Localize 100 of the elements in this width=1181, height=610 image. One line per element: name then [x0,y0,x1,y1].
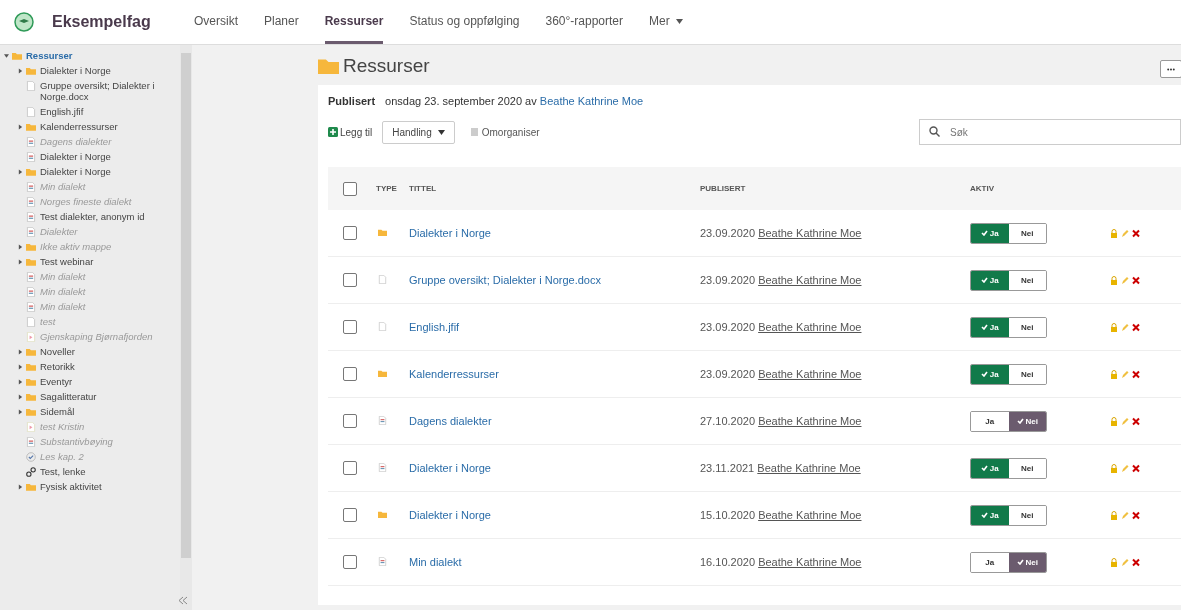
tree-item[interactable]: Test webinar [40,256,94,267]
more-button[interactable] [1160,60,1181,78]
plus-icon [328,127,338,137]
title-link[interactable]: Dialekter i Norge [409,462,491,474]
title-link[interactable]: Min dialekt [409,556,462,568]
author-link[interactable]: Beathe Kathrine Moe [758,368,862,380]
reorder-button[interactable]: Omorganiser [464,125,546,139]
delete-icon[interactable] [1132,557,1140,567]
no-option[interactable]: Nei [1008,552,1046,572]
collapsed-arrow-icon[interactable] [17,349,23,355]
tree-item[interactable]: Dialekter i Norge [40,65,111,76]
tree-item[interactable]: English.jfif [40,106,84,117]
yes-option[interactable]: Ja [971,458,1009,478]
published-date: 23.09.2020 [700,227,756,239]
nav-tab[interactable]: Planer [264,0,299,44]
tree-item[interactable]: Eventyr [40,376,73,387]
tree-item[interactable]: Sidemål [40,406,75,417]
delete-icon[interactable] [1132,416,1140,426]
collapsed-arrow-icon[interactable] [17,169,23,175]
active-toggle[interactable]: Ja Nei [970,410,1047,432]
title-link[interactable]: Gruppe oversikt; Dialekter i Norge.docx [409,274,601,286]
tree-item[interactable]: Test dialekter, anonym id [40,211,145,222]
author-link[interactable]: Beathe Kathrine Moe [758,556,862,568]
delete-icon[interactable] [1132,510,1140,520]
author-link[interactable]: Beathe Kathrine Moe [758,227,862,239]
column-header: AKTIV [970,184,994,193]
yes-option[interactable]: Ja [971,317,1009,337]
title-link[interactable]: Dagens dialekter [409,415,492,427]
title-link[interactable]: Kalenderressurser [409,368,499,380]
title-link[interactable]: English.jfif [409,321,460,333]
row-checkbox[interactable] [343,461,357,475]
scrollbar-thumb[interactable] [181,53,191,558]
author-link[interactable]: Beathe Kathrine Moe [758,415,862,427]
delete-icon[interactable] [1132,322,1140,332]
active-toggle[interactable]: Ja Nei [970,504,1047,526]
tree-item[interactable]: Sagalitteratur [40,391,97,402]
collapsed-arrow-icon[interactable] [17,68,23,74]
collapsed-arrow-icon[interactable] [17,364,23,370]
nav-tab[interactable]: Ressurser [324,0,384,44]
active-toggle[interactable]: Ja Nei [970,457,1047,479]
tree-item[interactable]: Dialekter i Norge [40,151,111,162]
published-date: 23.11.2021 [700,462,755,474]
delete-icon[interactable] [1132,463,1140,473]
active-toggle[interactable]: Ja Nei [970,551,1047,573]
more-icon [1167,67,1175,71]
row-checkbox[interactable] [343,226,357,240]
active-toggle[interactable]: Ja Nei [970,222,1047,244]
row-checkbox[interactable] [343,508,357,522]
play-document-icon [26,332,36,342]
tree-item[interactable]: Fysisk aktivitet [40,481,102,492]
yes-option[interactable]: Ja [971,364,1009,384]
tree-item[interactable]: Noveller [40,346,75,357]
document-icon [378,463,387,472]
nav-tab[interactable]: 360°-rapporter [545,0,623,44]
file-icon [26,317,36,327]
tree-item[interactable]: Gruppe oversikt; Dialekter i Norge.docx [40,80,192,102]
collapsed-arrow-icon[interactable] [17,124,23,130]
row-checkbox[interactable] [343,320,357,334]
row-checkbox[interactable] [343,555,357,569]
collapsed-arrow-icon[interactable] [17,394,23,400]
expanded-arrow-icon[interactable] [3,53,9,59]
delete-icon[interactable] [1132,369,1140,379]
row-checkbox[interactable] [343,273,357,287]
search-field[interactable]: Søk [919,119,1181,145]
delete-icon[interactable] [1132,228,1140,238]
author-link[interactable]: Beathe Kathrine Moe [539,95,644,107]
document-icon [378,416,387,425]
no-option[interactable]: Nei [1008,411,1046,431]
author-link[interactable]: Beathe Kathrine Moe [757,462,861,474]
tree-item[interactable]: Ressurser [26,50,73,61]
author-link[interactable]: Beathe Kathrine Moe [758,509,862,521]
yes-option[interactable]: Ja [971,270,1009,290]
published-date: onsdag 23. september 2020 av Beathe Kathrine Moe [385,95,644,107]
delete-icon[interactable] [1132,275,1140,285]
nav-tab[interactable]: Oversikt [194,0,238,44]
nav-tab[interactable]: Status og oppfølging [409,0,520,44]
author-link[interactable]: Beathe Kathrine Moe [758,274,862,286]
active-toggle[interactable]: Ja Nei [970,316,1047,338]
author-link[interactable]: Beathe Kathrine Moe [758,321,862,333]
nav-tab[interactable]: Mer [649,0,683,44]
collapsed-arrow-icon[interactable] [17,259,23,265]
active-toggle[interactable]: Ja Nei [970,363,1047,385]
collapsed-arrow-icon[interactable] [17,244,23,250]
select-all-checkbox[interactable] [343,181,357,196]
collapsed-arrow-icon[interactable] [17,484,23,490]
tree-item[interactable]: Dialekter i Norge [40,166,111,177]
yes-option[interactable]: Ja [971,223,1009,243]
collapsed-arrow-icon[interactable] [17,409,23,415]
tree-item[interactable]: Test, lenke [40,466,86,477]
tree-item[interactable]: Kalenderressurser [40,121,118,132]
title-link[interactable]: Dialekter i Norge [409,227,491,239]
add-button[interactable]: Legg til [328,126,373,138]
tree-item[interactable]: Retorikk [40,361,75,372]
title-link[interactable]: Dialekter i Norge [409,509,491,521]
row-checkbox[interactable] [343,367,357,381]
active-toggle[interactable]: Ja Nei [970,269,1047,291]
action-dropdown[interactable]: Handling [382,120,455,144]
yes-option[interactable]: Ja [971,505,1009,525]
collapsed-arrow-icon[interactable] [17,379,23,385]
row-checkbox[interactable] [343,414,357,428]
